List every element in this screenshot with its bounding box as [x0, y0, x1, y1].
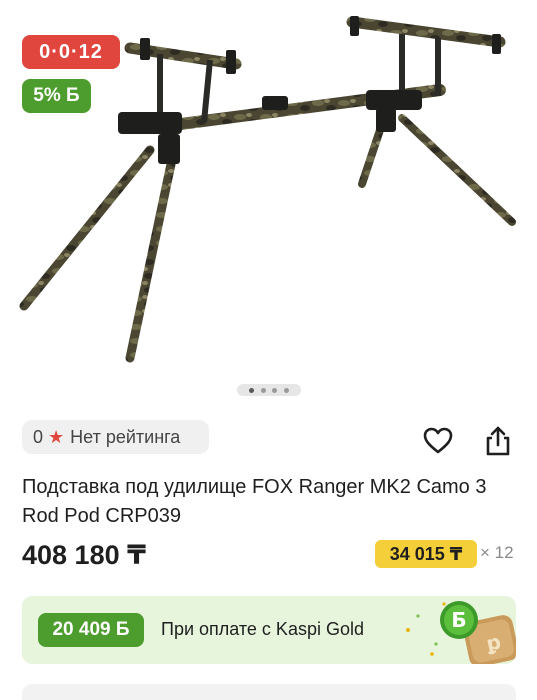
rating-pill[interactable]: 0 ★ Нет рейтинга [22, 420, 209, 454]
product-gallery[interactable]: 0·0·12 5% Б [0, 0, 537, 405]
pager-dot[interactable] [260, 387, 266, 393]
coin-letter: Б [451, 608, 466, 632]
product-title: Подставка под удилище FOX Ranger MK2 Cam… [22, 476, 487, 527]
bonus-badge: 5% Б [22, 79, 91, 113]
installment-badge: 0·0·12 [22, 35, 120, 69]
share-button[interactable] [481, 424, 515, 458]
next-section-card [22, 684, 516, 700]
gold-banner-text: При оплате с Kaspi Gold [161, 619, 364, 639]
favorite-button[interactable] [421, 424, 455, 458]
gallery-pager[interactable] [237, 384, 301, 396]
pager-dot[interactable] [272, 387, 278, 393]
monthly-payment-badge[interactable]: 34 015 ₸ [375, 540, 477, 568]
product-price: 408 180 ₸ [22, 540, 146, 570]
pager-dot[interactable] [249, 387, 255, 393]
rating-count: 0 [33, 426, 44, 447]
star-icon: ★ [48, 426, 65, 447]
rating-label: Нет рейтинга [70, 426, 181, 447]
gold-bonus-badge: 20 409 Б [38, 613, 144, 647]
share-icon [486, 426, 510, 456]
heart-icon [423, 427, 453, 454]
kaspi-gold-illustration: ꝑ Б [406, 601, 516, 664]
pager-dot[interactable] [283, 387, 289, 393]
installment-months: × 12 [480, 543, 514, 562]
kaspi-gold-banner[interactable]: 20 409 Б При оплате с Kaspi Gold ꝑ Б [22, 596, 516, 664]
